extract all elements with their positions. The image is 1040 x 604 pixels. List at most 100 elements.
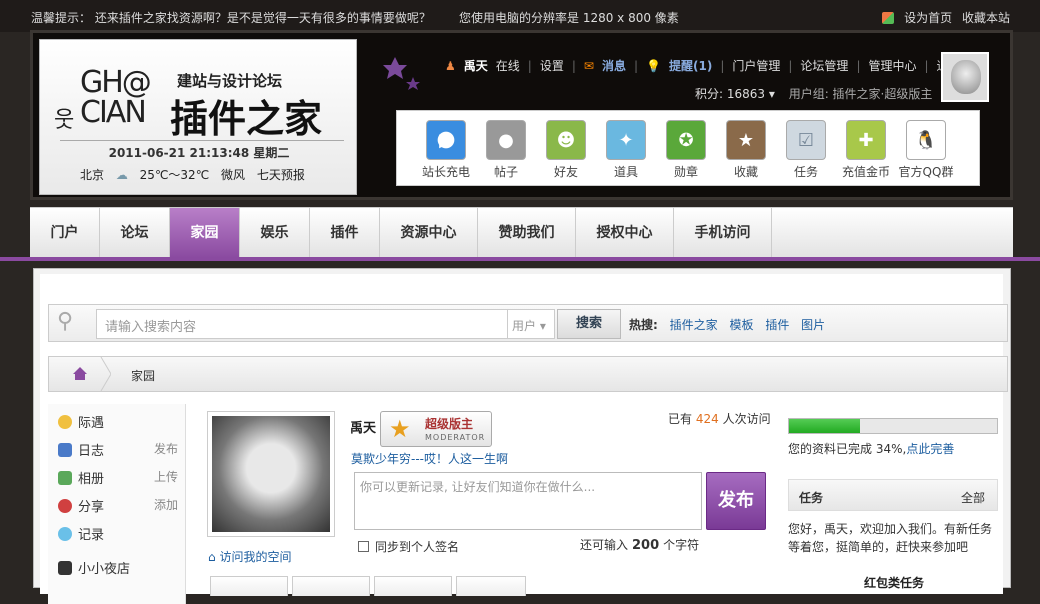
search-button[interactable]: 搜索 (557, 309, 621, 339)
tool-friends[interactable]: ☻ 好友 (537, 120, 595, 180)
home-icon[interactable] (49, 357, 111, 391)
tool-posts[interactable]: ● 帖子 (477, 120, 535, 180)
reminders-link[interactable]: 提醒(1) (669, 59, 712, 73)
bulb-icon: 💡 (646, 59, 661, 73)
profile-motto[interactable]: 莫欺少年穷---哎！人这一生啊 (351, 450, 508, 467)
progress-text: 您的资料已完成 34%,点此完善 (788, 442, 955, 456)
nav-entertainment[interactable]: 娱乐 (240, 208, 310, 258)
logo-mark: GH@ CIAN (80, 65, 152, 130)
sidebar-item-album[interactable]: 相册 上传 (58, 468, 186, 487)
tab-2[interactable] (292, 576, 370, 596)
main-nav: 门户 论坛 家园 娱乐 插件 资源中心 赞助我们 授权中心 手机访问 (30, 207, 1013, 258)
date-time: 2011-06-21 21:13:48 星期二 (108, 146, 290, 160)
speech-icon (58, 527, 72, 541)
admin-center-link[interactable]: 管理中心 (868, 59, 916, 73)
play-icon: ▶ (426, 120, 466, 160)
resolution-text: 您使用电脑的分辨率是 1280 x 800 像素 (459, 11, 679, 25)
welcome-tip: 温馨提示： 还来插件之家找资源啊？是不是觉得一天有很多的事情要做呢？ (31, 11, 431, 25)
feed-tabs (210, 576, 530, 596)
sidebar: 际遇 日志 发布 相册 上传 分享 添加 记录 小小夜店 (48, 404, 186, 604)
sidebar-item-encounter[interactable]: 际遇 (58, 412, 186, 431)
bookmark-link[interactable]: 收藏本站 (962, 11, 1010, 25)
progress-fill (789, 419, 860, 433)
star-icon: ★ (389, 415, 411, 443)
checklist-icon: ☑ (786, 120, 826, 160)
hot-link[interactable]: 模板 (729, 318, 753, 332)
sidebar-item-record[interactable]: 记录 (58, 524, 186, 543)
nav-resources[interactable]: 资源中心 (380, 208, 478, 258)
album-icon (58, 471, 72, 485)
search-input[interactable]: 请输入搜索内容 (96, 309, 508, 339)
all-tasks-link[interactable]: 全部 (961, 489, 985, 506)
site-header: GH@ CIAN 建站与设计论坛 插件之家 웃 2011-06-21 21:13:… (30, 30, 1013, 200)
nav-forum[interactable]: 论坛 (100, 208, 170, 258)
mail-icon: ✉ (583, 59, 594, 73)
city: 北京 (80, 168, 105, 182)
hot-link[interactable]: 图片 (801, 318, 825, 332)
site-logo[interactable]: GH@ CIAN 建站与设计论坛 插件之家 웃 2011-06-21 21:13:… (39, 39, 357, 195)
hot-link[interactable]: 插件 (765, 318, 789, 332)
cloud-icon: ☁ (115, 168, 128, 182)
forecast-link[interactable]: 七天预报 (257, 168, 305, 182)
stick-figure-icon: 웃 (54, 108, 75, 133)
share-add-link[interactable]: 添加 (154, 496, 178, 513)
friends-icon: ☻ (546, 120, 586, 160)
portal-admin-link[interactable]: 门户管理 (732, 59, 780, 73)
avatar[interactable] (941, 52, 989, 102)
profile-name[interactable]: 禹天 (350, 417, 376, 436)
search-bar: ⚲ 请输入搜索内容 用户 ▾ 搜索 热搜: 插件之家 模板 插件 图片 (48, 304, 1008, 342)
tool-qq-group[interactable]: 🐧 官方QQ群 (897, 120, 955, 180)
search-scope-select[interactable]: 用户 ▾ (507, 309, 555, 339)
sidebar-item-share[interactable]: 分享 添加 (58, 496, 186, 515)
sidebar-item-nightclub[interactable]: 小小夜店 (58, 558, 186, 577)
points-dropdown[interactable]: 积分: 16863 (695, 87, 765, 101)
magic-wand-icon: ✦ (606, 120, 646, 160)
tool-tasks[interactable]: ☑ 任务 (777, 120, 835, 180)
sync-checkbox[interactable] (358, 541, 369, 552)
star-decor-icon (383, 57, 420, 90)
online-status: 在线 (495, 59, 520, 73)
set-home-link[interactable]: 设为首页 (904, 11, 952, 25)
chat-bubble-icon: ● (486, 120, 526, 160)
tool-recharge[interactable]: ▶ 站长充电 (417, 120, 475, 180)
nav-mobile[interactable]: 手机访问 (674, 208, 772, 258)
username[interactable]: 禹天 (464, 59, 488, 73)
nav-home[interactable]: 家园 (170, 208, 240, 258)
tool-medals[interactable]: ✪ 勋章 (657, 120, 715, 180)
user-group[interactable]: 用户组: 插件之家·超级版主 (789, 87, 933, 101)
publish-button[interactable]: 发布 (706, 472, 766, 530)
tab-3[interactable] (374, 576, 452, 596)
tool-items[interactable]: ✦ 道具 (597, 120, 655, 180)
profile-photo[interactable] (207, 411, 335, 537)
blog-publish-link[interactable]: 发布 (154, 440, 178, 457)
hot-searches: 热搜: 插件之家 模板 插件 图片 (629, 318, 826, 332)
messages-link[interactable]: 消息 (602, 59, 626, 73)
album-upload-link[interactable]: 上传 (154, 468, 178, 485)
wind: 微风 (221, 168, 246, 182)
tool-gold[interactable]: ✚ 充值金币 (837, 120, 895, 180)
nav-sponsor[interactable]: 赞助我们 (478, 208, 576, 258)
task-description: 您好，禹天，欢迎加入我们。有新任务等着您，挺简单的，赶快来参加吧 (788, 522, 993, 554)
coins-icon: ✚ (846, 120, 886, 160)
complete-profile-link[interactable]: 点此完善 (906, 442, 954, 456)
tool-favorites[interactable]: ★ 收藏 (717, 120, 775, 180)
hot-link[interactable]: 插件之家 (670, 318, 718, 332)
tab-4[interactable] (456, 576, 526, 596)
temperature: 25℃～32℃ (139, 168, 210, 182)
nav-portal[interactable]: 门户 (30, 208, 100, 258)
medal-icon: ✪ (666, 120, 706, 160)
sidebar-item-blog[interactable]: 日志 发布 (58, 440, 186, 459)
visit-space-link[interactable]: ⌂ 访问我的空间 (208, 548, 291, 565)
status-input[interactable]: 你可以更新记录, 让好友们知道你在做什么... (354, 472, 702, 530)
search-icon: ⚲ (57, 309, 74, 334)
sync-signature[interactable]: 同步到个人签名 (358, 538, 459, 555)
task-header: 任务 全部 (788, 479, 998, 511)
settings-link[interactable]: 设置 (540, 59, 564, 73)
redpack-task[interactable]: 红包类任务 (864, 574, 924, 591)
forum-admin-link[interactable]: 论坛管理 (800, 59, 848, 73)
nav-license[interactable]: 授权中心 (576, 208, 674, 258)
star-icon: ★ (726, 120, 766, 160)
tab-1[interactable] (210, 576, 288, 596)
weather-widget: 北京 ☁ 25℃～32℃ 微风 七天预报 (80, 166, 313, 183)
nav-plugins[interactable]: 插件 (310, 208, 380, 258)
